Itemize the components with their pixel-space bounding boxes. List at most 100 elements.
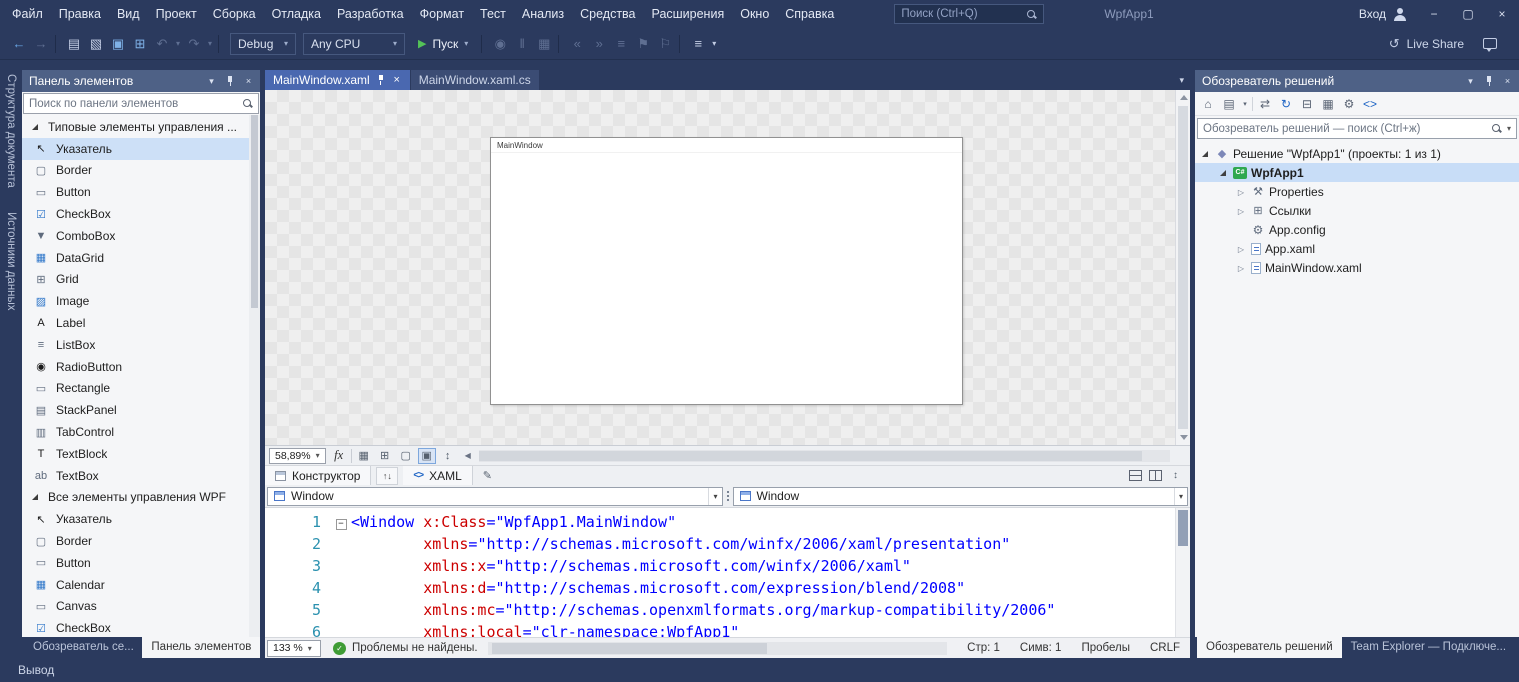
menu-window[interactable]: Окно xyxy=(732,0,777,28)
designer-horizontal-scrollbar[interactable] xyxy=(479,450,1170,462)
navigate-back-icon[interactable]: ← xyxy=(8,33,30,55)
collapse-all-icon[interactable]: ⊟ xyxy=(1298,95,1316,113)
undo-icon[interactable]: ↶ xyxy=(151,33,173,55)
view-code-icon[interactable]: <> xyxy=(1361,95,1379,113)
solution-explorer-header[interactable]: Обозреватель решений ▾ × xyxy=(1195,70,1519,92)
menu-view[interactable]: Вид xyxy=(109,0,148,28)
health-check-icon[interactable]: ✓ xyxy=(333,642,346,655)
zoom-fit-icon[interactable]: ↕ xyxy=(439,448,457,464)
designer-zoom-dropdown[interactable]: 58,89% ▾ xyxy=(269,448,326,464)
show-all-files-icon[interactable]: ▦ xyxy=(1319,95,1337,113)
redo-dropdown-icon[interactable]: ▾ xyxy=(205,33,215,55)
menu-edit[interactable]: Правка xyxy=(51,0,109,28)
breadcrumb-xaml-element[interactable]: Window ▾ xyxy=(733,487,1189,506)
snap-to-snaplines-icon[interactable]: ▣ xyxy=(418,448,436,464)
menu-debug[interactable]: Отладка xyxy=(264,0,329,28)
expand-toggle-icon[interactable] xyxy=(1235,201,1247,221)
toolbox-header[interactable]: Панель элементов ▾ × xyxy=(22,70,260,92)
tab-designer-pane[interactable]: Конструктор xyxy=(265,466,371,486)
solution-explorer-toolbar-icon[interactable]: ▦ xyxy=(533,33,555,55)
refresh-icon[interactable]: ↻ xyxy=(1277,95,1295,113)
toolbox-item-button[interactable]: ▭ Button xyxy=(22,552,260,574)
redo-icon[interactable]: ↷ xyxy=(183,33,205,55)
toolbox-item-button[interactable]: ▭ Button xyxy=(22,181,260,203)
toolbar-options-caret-icon[interactable]: ▾ xyxy=(709,33,719,55)
expand-toggle-icon[interactable] xyxy=(1235,239,1247,259)
tree-item-appconfig[interactable]: ⚙ App.config xyxy=(1195,220,1519,239)
chevron-down-icon[interactable]: ▾ xyxy=(1466,76,1475,87)
tab-mainwindow-xaml-cs[interactable]: MainWindow.xaml.cs xyxy=(411,70,539,90)
open-file-icon[interactable]: ▧ xyxy=(85,33,107,55)
menu-extensions[interactable]: Расширения xyxy=(644,0,733,28)
restore-button[interactable]: ▢ xyxy=(1451,0,1485,28)
live-share-button[interactable]: ↺ Live Share xyxy=(1389,36,1464,52)
solution-platform-dropdown[interactable]: Any CPU ▾ xyxy=(303,33,405,55)
switch-views-icon[interactable]: ▤ xyxy=(1220,95,1238,113)
menu-file[interactable]: Файл xyxy=(4,0,51,28)
toolbox-item-combobox[interactable]: ▼ ComboBox xyxy=(22,225,260,247)
toolbar-separator[interactable] xyxy=(218,35,223,53)
code-area[interactable]: 1−<Window x:Class="WpfApp1.MainWindow"2 … xyxy=(265,508,1175,637)
toolbar-separator[interactable] xyxy=(558,35,563,53)
home-icon[interactable]: ⌂ xyxy=(1199,95,1217,113)
minimize-button[interactable]: − xyxy=(1417,0,1451,28)
previous-bookmark-icon[interactable]: ⚐ xyxy=(654,33,676,55)
tab-document-outline[interactable]: Структура документа xyxy=(5,74,17,188)
toolbox-section-all-wpf[interactable]: Все элементы управления WPF xyxy=(22,487,260,509)
tree-item-properties[interactable]: ⚒ Properties xyxy=(1195,182,1519,201)
pin-icon[interactable] xyxy=(225,75,235,87)
tab-toolbox[interactable]: Панель элементов xyxy=(142,637,260,658)
expand-pane-icon[interactable]: ↕ xyxy=(1169,470,1182,481)
toolbox-item-canvas[interactable]: ▭ Canvas xyxy=(22,596,260,618)
split-vertical-icon[interactable] xyxy=(1149,470,1162,481)
scroll-down-icon[interactable] xyxy=(1180,435,1188,440)
toolbox-item-listbox[interactable]: ≡ ListBox xyxy=(22,334,260,356)
send-feedback-icon[interactable] xyxy=(1483,38,1497,49)
toolbox-item-rectangle[interactable]: ▭ Rectangle xyxy=(22,378,260,400)
toolbox-item-checkbox[interactable]: ☑ CheckBox xyxy=(22,203,260,225)
tree-item-project[interactable]: C# WpfApp1 xyxy=(1195,163,1519,182)
xaml-editor[interactable]: 1−<Window x:Class="WpfApp1.MainWindow"2 … xyxy=(265,507,1190,637)
expand-toggle-icon[interactable] xyxy=(1235,182,1247,202)
menu-format[interactable]: Формат xyxy=(412,0,472,28)
menu-design[interactable]: Разработка xyxy=(329,0,412,28)
toolbox-scrollbar[interactable] xyxy=(249,115,260,637)
close-tab-icon[interactable]: × xyxy=(392,74,402,86)
solution-search-input[interactable]: Обозреватель решений — поиск (Ctrl+ж) ▾ xyxy=(1197,118,1517,139)
menu-help[interactable]: Справка xyxy=(777,0,842,28)
scrollbar-thumb[interactable] xyxy=(1178,510,1188,546)
start-debugging-button[interactable]: ▶ Пуск ▾ xyxy=(409,37,477,51)
tree-item-references[interactable]: ⊞ Ссылки xyxy=(1195,201,1519,220)
wpf-window-preview[interactable]: MainWindow xyxy=(490,137,963,405)
expand-toggle-icon[interactable] xyxy=(1235,258,1247,278)
toolbox-item-textblock[interactable]: T TextBlock xyxy=(22,443,260,465)
breadcrumb-splitter[interactable] xyxy=(723,487,733,506)
quick-search-box[interactable]: Поиск (Ctrl+Q) xyxy=(894,4,1044,24)
toolbox-section-common[interactable]: Типовые элементы управления ... xyxy=(22,116,260,138)
show-snaplines-icon[interactable]: ▢ xyxy=(397,448,415,464)
menu-tools[interactable]: Средства xyxy=(572,0,643,28)
chevron-down-icon[interactable]: ▾ xyxy=(708,488,721,505)
toolbar-separator[interactable] xyxy=(1252,97,1253,111)
close-icon[interactable]: × xyxy=(1503,76,1512,86)
toolbox-item-radiobutton[interactable]: ◉ RadioButton xyxy=(22,356,260,378)
sync-with-active-document-icon[interactable]: ⇄ xyxy=(1256,95,1274,113)
properties-icon[interactable]: ⚙ xyxy=(1340,95,1358,113)
tab-data-sources[interactable]: Источники данных xyxy=(5,212,17,311)
toolbox-item-textbox[interactable]: ab TextBox xyxy=(22,465,260,487)
breadcrumb-designer-element[interactable]: Window ▾ xyxy=(267,487,723,506)
bookmark-icon[interactable]: ⚑ xyxy=(632,33,654,55)
menu-project[interactable]: Проект xyxy=(148,0,205,28)
expand-toggle-icon[interactable] xyxy=(1217,163,1229,182)
tab-xaml-pane[interactable]: <> XAML xyxy=(403,466,472,486)
tab-mainwindow-xaml[interactable]: MainWindow.xaml × xyxy=(265,70,410,90)
toolbox-item-tabcontrol[interactable]: ▥ TabControl xyxy=(22,421,260,443)
toolbox-item-pointer[interactable]: ↖ Указатель xyxy=(22,138,260,160)
design-surface[interactable]: MainWindow xyxy=(265,90,1190,445)
scroll-left-icon[interactable]: ◀ xyxy=(461,451,475,460)
toolbar-options-icon[interactable]: ≡ xyxy=(687,33,709,55)
toolbox-item-calendar[interactable]: ▦ Calendar xyxy=(22,574,260,596)
sign-in-button[interactable]: Вход xyxy=(1349,7,1417,21)
chevron-down-icon[interactable]: ▾ xyxy=(207,76,216,87)
toolbox-item-datagrid[interactable]: ▦ DataGrid xyxy=(22,247,260,269)
